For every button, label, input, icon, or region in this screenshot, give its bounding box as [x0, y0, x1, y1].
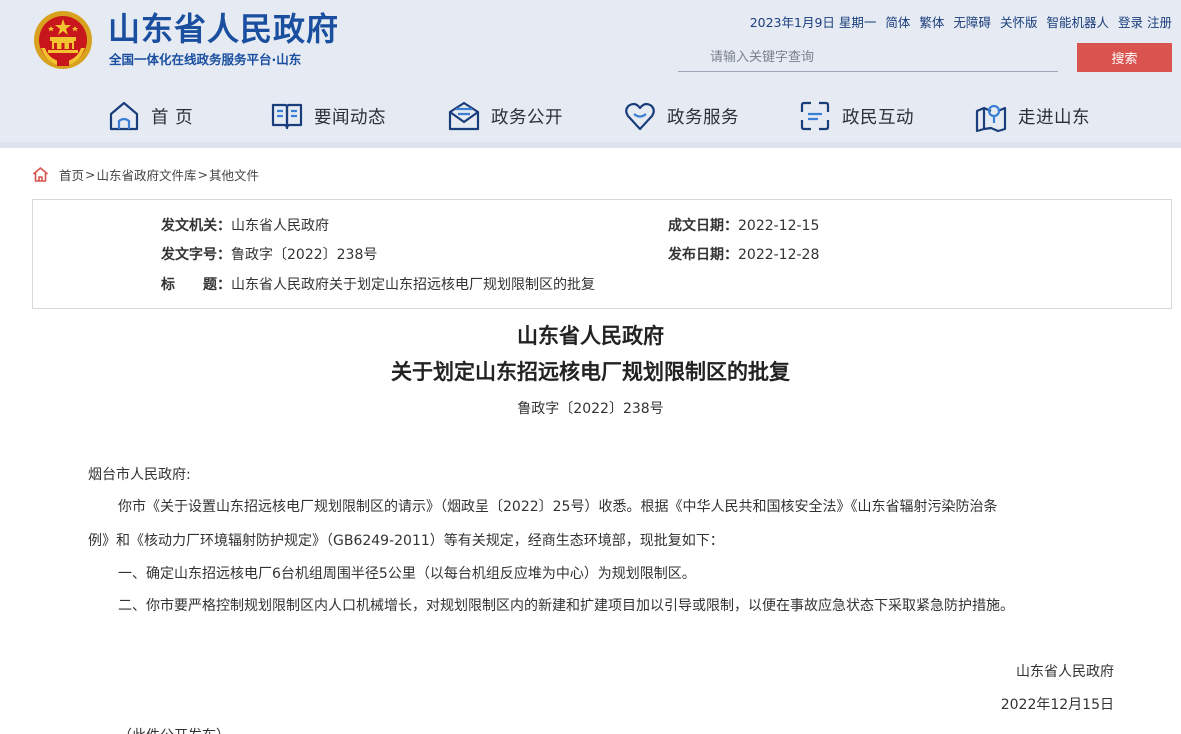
- link-simplified[interactable]: 简体: [885, 14, 910, 32]
- meta-issuer-value: 山东省人民政府: [231, 218, 329, 234]
- breadcrumb-home-icon: [32, 167, 49, 182]
- link-login[interactable]: 登录: [1118, 14, 1143, 32]
- book-icon: [271, 103, 303, 130]
- national-emblem-icon: [34, 11, 92, 69]
- meta-doc-number: 发文字号：鲁政字〔2022〕238号: [161, 245, 377, 265]
- site-header: 山东省人民政府 全国一体化在线政务服务平台·山东 2023年1月9日 星期一 简…: [0, 0, 1181, 142]
- header-divider: [0, 142, 1181, 148]
- meta-title-label: 标 题：: [161, 277, 231, 293]
- meta-written-date: 成文日期：2022-12-15: [668, 216, 819, 236]
- meta-issuer-label: 发文机关：: [161, 218, 231, 234]
- mail-icon: [448, 101, 480, 131]
- site-subtitle[interactable]: 全国一体化在线政务服务平台·山东: [109, 52, 301, 68]
- document-paragraph-1-line2: 例》和《核动力厂环境辐射防护规定》（GB6249-2011）等有关规定，经商生态…: [88, 533, 724, 549]
- document-footnote: （此件公开发布）: [118, 726, 230, 734]
- meta-published-date: 发布日期：2022-12-28: [668, 245, 819, 265]
- document-paragraph-2: 一、确定山东招远核电厂6台机组周围半径5公里（以每台机组反应堆为中心）为规划限制…: [118, 566, 696, 582]
- meta-published-date-label: 发布日期：: [668, 247, 738, 263]
- nav-item-about-shandong[interactable]: 走进山东: [974, 96, 1090, 136]
- link-smart-robot[interactable]: 智能机器人: [1046, 14, 1109, 32]
- location-icon: [975, 104, 1007, 133]
- breadcrumb-file-library[interactable]: 山东省政府文件库: [97, 165, 197, 184]
- nav-label-gov-open: 政务公开: [491, 107, 563, 128]
- document-title-line1: 山东省人民政府: [517, 324, 664, 348]
- link-register[interactable]: 注册: [1147, 14, 1172, 32]
- link-traditional[interactable]: 繁体: [919, 14, 944, 32]
- nav-item-gov-open[interactable]: 政务公开: [447, 96, 563, 136]
- meta-title-value: 山东省人民政府关于划定山东招远核电厂规划限制区的批复: [231, 277, 595, 293]
- document-signer: 山东省人民政府: [1016, 664, 1114, 680]
- breadcrumb-home[interactable]: 首页: [59, 165, 84, 184]
- nav-label-home: 首 页: [151, 107, 194, 128]
- search-box: [678, 43, 1058, 72]
- document-number: 鲁政字〔2022〕238号: [517, 401, 664, 417]
- nav-item-news[interactable]: 要闻动态: [270, 96, 386, 136]
- document-title-line2: 关于划定山东招远核电厂规划限制区的批复: [391, 360, 790, 384]
- meta-written-date-label: 成文日期：: [668, 218, 738, 234]
- nav-label-news: 要闻动态: [314, 107, 386, 128]
- search-button[interactable]: 搜索: [1077, 43, 1172, 72]
- nav-label-interaction: 政民互动: [842, 107, 914, 128]
- breadcrumb-separator: >: [85, 167, 96, 182]
- nav-item-gov-service[interactable]: 政务服务: [623, 96, 739, 136]
- breadcrumb-separator: >: [197, 167, 208, 182]
- meta-title: 标 题：山东省人民政府关于划定山东招远核电厂规划限制区的批复: [161, 275, 595, 295]
- meta-written-date-value: 2022-12-15: [738, 218, 820, 234]
- top-utility-bar: 2023年1月9日 星期一 简体 繁体 无障碍 关怀版 智能机器人 登录 注册: [750, 14, 1172, 32]
- document-addressee: 烟台市人民政府:: [88, 467, 191, 483]
- nav-label-about-shandong: 走进山东: [1018, 107, 1090, 128]
- breadcrumb: 首页 > 山东省政府文件库 > 其他文件: [32, 165, 259, 184]
- meta-published-date-value: 2022-12-28: [738, 247, 820, 263]
- meta-issuer: 发文机关：山东省人民政府: [161, 216, 329, 236]
- interaction-icon: [800, 101, 830, 131]
- meta-doc-number-value: 鲁政字〔2022〕238号: [231, 247, 378, 263]
- heart-icon: [625, 102, 655, 131]
- link-accessibility[interactable]: 无障碍: [953, 14, 991, 32]
- current-date: 2023年1月9日 星期一: [749, 15, 877, 30]
- main-nav: 首 页 要闻动态 政务公开 政务服务 政民互动 走进山东: [100, 96, 1100, 136]
- nav-item-home[interactable]: 首 页: [107, 96, 193, 136]
- document-sign-date: 2022年12月15日: [1000, 697, 1114, 713]
- search-input[interactable]: [678, 49, 1058, 65]
- meta-doc-number-label: 发文字号：: [161, 247, 231, 263]
- nav-item-interaction[interactable]: 政民互动: [798, 96, 914, 136]
- document-paragraph-1-line1: 你市《关于设置山东招远核电厂规划限制区的请示》（烟政呈〔2022〕25号）收悉。…: [118, 499, 998, 515]
- breadcrumb-other-files[interactable]: 其他文件: [209, 165, 259, 184]
- document-meta-box: 发文机关：山东省人民政府 发文字号：鲁政字〔2022〕238号 标 题：山东省人…: [32, 199, 1172, 309]
- link-care-version[interactable]: 关怀版: [1000, 14, 1038, 32]
- home-icon: [109, 101, 139, 131]
- site-title[interactable]: 山东省人民政府: [108, 10, 339, 48]
- nav-label-gov-service: 政务服务: [667, 107, 739, 128]
- document-paragraph-3: 二、你市要严格控制规划限制区内人口机械增长，对规划限制区内的新建和扩建项目加以引…: [118, 598, 1014, 614]
